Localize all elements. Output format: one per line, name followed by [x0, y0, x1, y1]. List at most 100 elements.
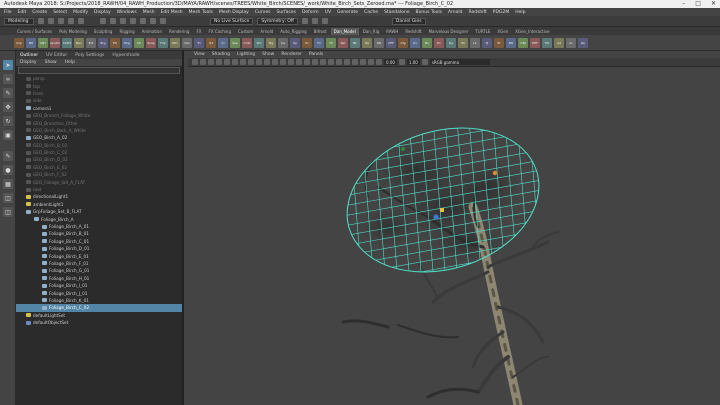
- shelf-tab-turtle[interactable]: TURTLE: [472, 28, 493, 35]
- outliner-item[interactable]: GEO_Birch_C_02: [16, 149, 182, 156]
- shelf-button-dan-dic[interactable]: Dan/Dic: [50, 37, 60, 48]
- shelf-tab-marvelous-designer[interactable]: Marvelous Designer: [426, 28, 472, 35]
- gamma-field[interactable]: 1.00: [406, 59, 420, 65]
- outliner-menu-help[interactable]: Help: [65, 60, 75, 65]
- shelf-tab-dan-model[interactable]: Dan_Model: [330, 27, 359, 35]
- shelf-tab-rigging[interactable]: Rigging: [116, 28, 137, 35]
- xray-icon[interactable]: [352, 59, 358, 65]
- outliner-item[interactable]: side: [16, 97, 182, 104]
- outliner-item[interactable]: GEO_Birch_A_02: [16, 134, 182, 141]
- outliner-item[interactable]: GEO_Birch_F_02: [16, 171, 182, 178]
- shelf-button-ns[interactable]: Ns: [362, 37, 372, 48]
- shelf-button-nh[interactable]: NH: [26, 37, 36, 48]
- shelf-tab-fx-caching[interactable]: FX Caching: [206, 28, 234, 35]
- outliner-item[interactable]: GEO_Birch_B_02: [16, 142, 182, 149]
- menu-modify[interactable]: Modify: [73, 10, 88, 15]
- outliner-item[interactable]: Foliage_Birch_A: [16, 215, 182, 222]
- shelf-button-dp[interactable]: Dp: [446, 37, 456, 48]
- wireframe-on-shaded-icon[interactable]: [288, 59, 294, 65]
- snap-curve-icon[interactable]: [140, 18, 146, 24]
- menu-uv[interactable]: UV: [325, 10, 331, 15]
- shelf-tab-redshift[interactable]: Redshift: [402, 28, 424, 35]
- outliner-item[interactable]: defaultObjectSet: [16, 319, 182, 326]
- move-handle[interactable]: [433, 214, 439, 220]
- outliner-tab-uv-editor[interactable]: UV Editor: [46, 53, 67, 58]
- shelf-button-sep[interactable]: Sep: [230, 37, 240, 48]
- shelf-tab-curves-surfaces[interactable]: Curves / Surfaces: [14, 28, 55, 35]
- select-hierarchy-icon[interactable]: [100, 18, 106, 24]
- grid-icon[interactable]: [224, 59, 230, 65]
- lasso-tool-icon[interactable]: ∞: [3, 74, 13, 84]
- shelf-button-re[interactable]: Re: [578, 37, 588, 48]
- paint-select-icon[interactable]: ✎: [3, 88, 13, 98]
- undo-icon[interactable]: [68, 18, 74, 24]
- outliner-item[interactable]: Foliage_Birch_C_02: [16, 304, 182, 312]
- shelf-button-snap[interactable]: Snap: [146, 37, 156, 48]
- shadows-icon[interactable]: [312, 59, 318, 65]
- shelf-tab-fx[interactable]: FX: [193, 28, 204, 35]
- outliner-item[interactable]: GEO_Birch_E_02: [16, 164, 182, 171]
- resolution-gate-icon[interactable]: [240, 59, 246, 65]
- outliner-item[interactable]: Foliage_Birch_H_01: [16, 275, 182, 282]
- rotate-tool-icon[interactable]: ↻: [3, 116, 13, 126]
- select-object-icon[interactable]: [110, 18, 116, 24]
- exposure-field[interactable]: 0.00: [384, 59, 397, 65]
- shelf-button-def[interactable]: DEF: [530, 37, 540, 48]
- maximize-icon[interactable]: □: [695, 0, 701, 7]
- shelf-tab-rendering[interactable]: Rendering: [166, 28, 192, 35]
- shelf-button-mirr[interactable]: Mirr: [170, 37, 180, 48]
- shelf-button-mg[interactable]: Mg: [266, 37, 276, 48]
- safe-action-icon[interactable]: [264, 59, 270, 65]
- menu-windows[interactable]: Windows: [117, 10, 137, 15]
- open-scene-icon[interactable]: [48, 18, 54, 24]
- viewport-menu-renderer[interactable]: Renderer: [281, 52, 302, 57]
- shelf-button-cfg[interactable]: Cfg: [398, 37, 408, 48]
- select-component-icon[interactable]: [120, 18, 126, 24]
- outliner-item[interactable]: GEO_Branch_Foliage_White: [16, 112, 182, 119]
- shelf-button-on[interactable]: ON: [374, 37, 384, 48]
- outliner-item[interactable]: ambientLight1: [16, 201, 182, 208]
- shelf-button-obj[interactable]: OBJ: [518, 37, 528, 48]
- menu-select[interactable]: Select: [53, 10, 67, 15]
- outliner-item[interactable]: GEO_Birch_Bark_A_White: [16, 127, 182, 134]
- shelf-button-cp[interactable]: Cp: [290, 37, 300, 48]
- shelf-tab-xgen[interactable]: XGen: [494, 28, 511, 35]
- shelf-tab-sculpting[interactable]: Sculpting: [91, 28, 116, 35]
- select-tool-icon[interactable]: ➤: [3, 60, 13, 70]
- shelf-tab-poly-modeling[interactable]: Poly Modeling: [56, 28, 90, 35]
- outliner-menu-display[interactable]: Display: [20, 60, 37, 65]
- shelf-tab-arnold[interactable]: Arnold: [257, 28, 276, 35]
- image-plane-icon[interactable]: [216, 59, 222, 65]
- outliner-item[interactable]: root: [16, 186, 182, 193]
- film-gate-icon[interactable]: [232, 59, 238, 65]
- shelf-button-imp[interactable]: Imp: [14, 37, 24, 48]
- outliner-search-input[interactable]: [18, 67, 180, 74]
- outliner-item[interactable]: front: [16, 90, 182, 97]
- outliner-item[interactable]: GEO_Foliage_Set_A_FLAT: [16, 178, 182, 185]
- menu-mesh-tools[interactable]: Mesh Tools: [189, 10, 213, 15]
- shelf-button-cad3[interactable]: CAD3: [62, 37, 72, 48]
- shelf-button-pt[interactable]: Pt: [494, 37, 504, 48]
- outliner-item[interactable]: Foliage_Birch_E_01: [16, 252, 182, 259]
- menu-pdg2m[interactable]: PDG2M: [493, 10, 509, 15]
- four-view-icon[interactable]: ▦: [3, 179, 13, 189]
- snap-point-icon[interactable]: [150, 18, 156, 24]
- outliner-item[interactable]: Foliage_Birch_K_01: [16, 297, 182, 304]
- shelf-button-tbl[interactable]: Tbl: [542, 37, 552, 48]
- menu-deform[interactable]: Deform: [302, 10, 319, 15]
- center-handle[interactable]: [440, 208, 444, 212]
- viewport-menu-show[interactable]: Show: [262, 52, 274, 57]
- outliner-item[interactable]: GEO_Branches_Other: [16, 119, 182, 126]
- outliner-item[interactable]: camera1: [16, 105, 182, 112]
- menu-edit-mesh[interactable]: Edit Mesh: [161, 10, 183, 15]
- shelf-button-inv[interactable]: Inv: [278, 37, 288, 48]
- shelf-button-ht[interactable]: Ht: [326, 37, 336, 48]
- outliner-item[interactable]: Foliage_Birch_B_01: [16, 230, 182, 237]
- menu-mesh[interactable]: Mesh: [143, 10, 155, 15]
- outliner-tab-hypershade[interactable]: Hypershade: [112, 53, 139, 58]
- snap-grid-icon[interactable]: [130, 18, 136, 24]
- select-camera-icon[interactable]: [192, 59, 198, 65]
- viewport-scene[interactable]: [188, 67, 720, 405]
- shelf-tab-animation[interactable]: Animation: [139, 28, 165, 35]
- shelf-button-sh[interactable]: Sh: [458, 37, 468, 48]
